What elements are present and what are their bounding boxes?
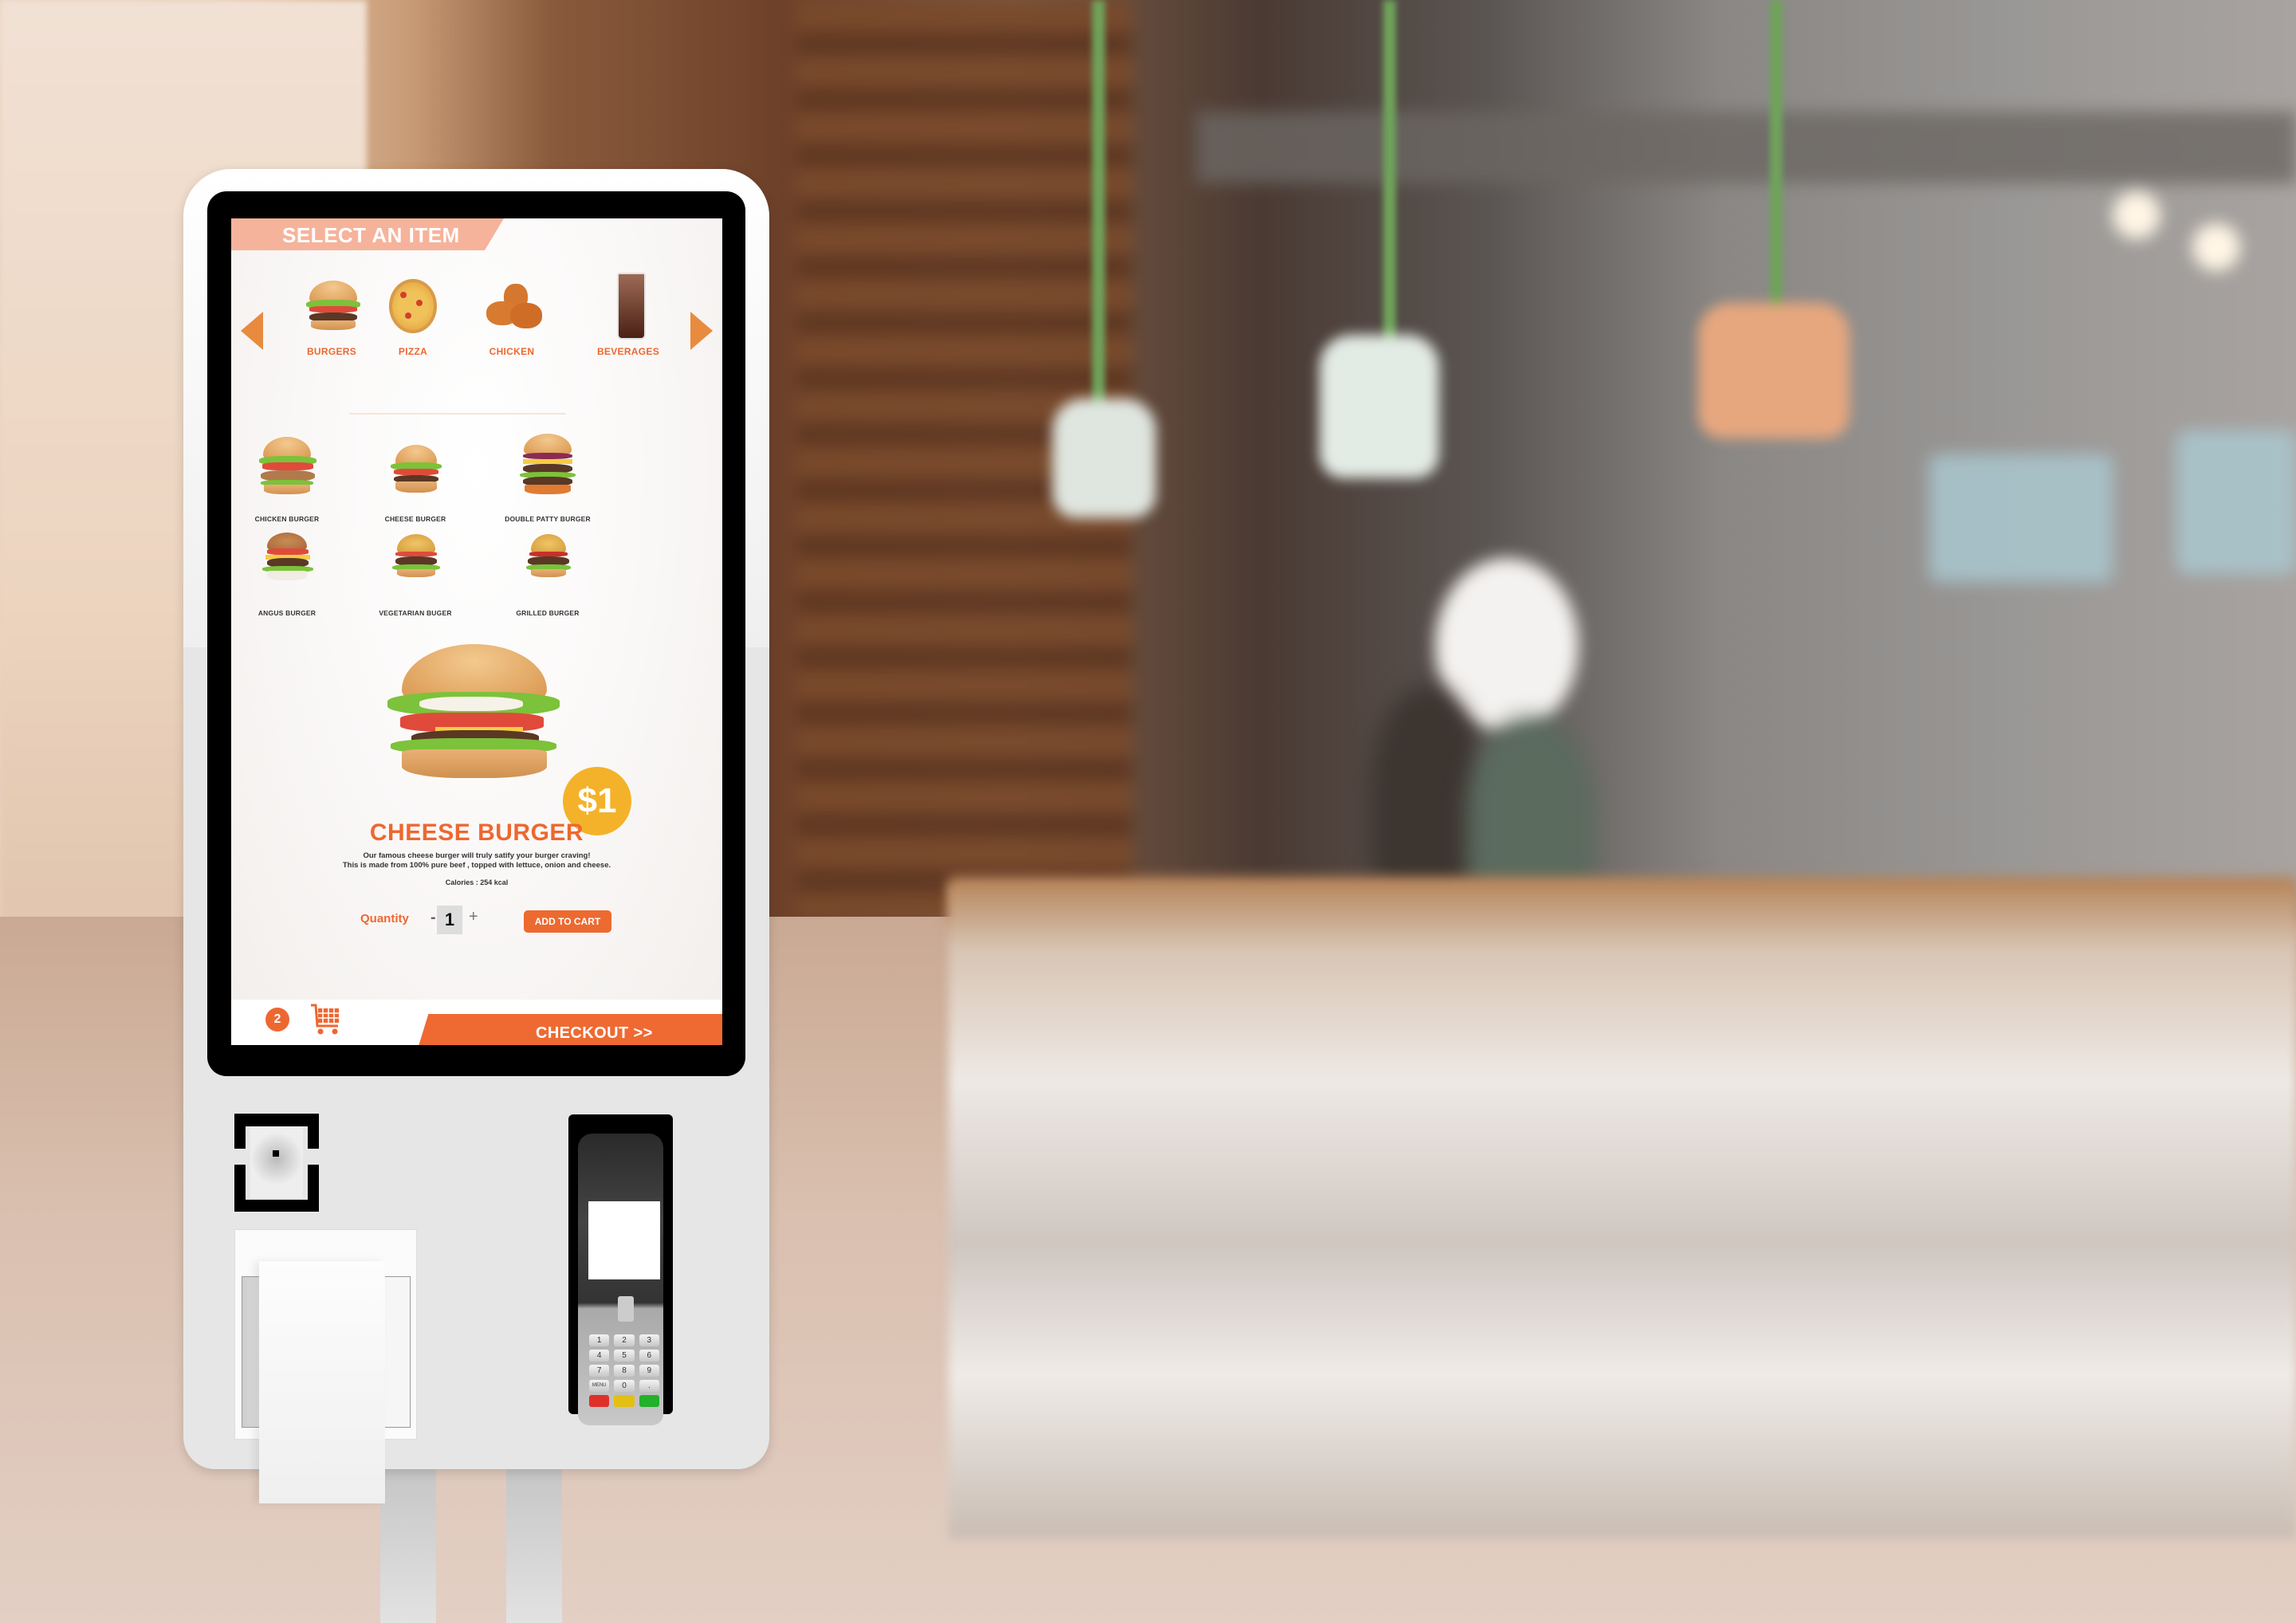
blurred-person (1371, 686, 1483, 893)
cheese-burger-image (356, 434, 475, 507)
quantity-increment-button[interactable]: + (469, 908, 478, 926)
pendant-lamp (1698, 303, 1850, 438)
menu-item-label: ANGUS BURGER (258, 609, 316, 617)
pendant-lamp (1052, 399, 1156, 518)
keypad-key[interactable]: 3 (639, 1334, 659, 1346)
category-label: CHICKEN (489, 346, 535, 357)
clear-key[interactable] (614, 1395, 635, 1407)
quantity-value[interactable]: 1 (437, 906, 462, 934)
background-beam (1196, 112, 2296, 183)
menu-item-cheese-burger[interactable]: CHEESE BURGER (356, 434, 475, 523)
category-label: PIZZA (398, 346, 428, 357)
cart-count-badge: 2 (265, 1008, 289, 1032)
pizza-icon (365, 268, 461, 338)
category-chicken[interactable]: CHICKEN (464, 268, 560, 357)
card-payment-terminal[interactable]: 1 2 3 4 5 6 7 8 9 MENU 0 . (578, 1134, 663, 1425)
kiosk-leg (506, 1469, 562, 1623)
terminal-screen (588, 1201, 660, 1279)
menu-item-chicken-burger[interactable]: CHICKEN BURGER (231, 434, 347, 523)
keypad-key[interactable]: 1 (589, 1334, 610, 1346)
menu-item-grilled-burger[interactable]: GRILLED BURGER (488, 528, 607, 617)
product-name: CHEESE BURGER (369, 819, 584, 846)
beverage-icon (580, 268, 676, 340)
menu-item-double-patty-burger[interactable]: DOUBLE PATTY BURGER (488, 434, 607, 523)
divider (349, 413, 566, 415)
keypad-key[interactable]: 7 (589, 1365, 610, 1377)
angus-burger-image (231, 528, 347, 601)
menu-item-label: DOUBLE PATTY BURGER (505, 515, 591, 523)
category-label: BEVERAGES (596, 346, 660, 357)
terminal-nav-key[interactable] (618, 1296, 634, 1322)
grilled-burger-image (488, 528, 607, 601)
menu-item-angus-burger[interactable]: ANGUS BURGER (231, 528, 347, 617)
enter-key[interactable] (639, 1395, 659, 1407)
keypad-key[interactable]: . (639, 1380, 659, 1392)
lamp-cord (1383, 0, 1396, 351)
checkout-button[interactable]: CHECKOUT >> (416, 1014, 722, 1045)
calories: Calories : 254 kcal (445, 878, 509, 886)
blurred-person (1467, 717, 1594, 901)
keypad-key[interactable]: 9 (639, 1365, 659, 1377)
product-description: This is made from 100% pure beef , toppe… (342, 861, 611, 870)
category-pizza[interactable]: PIZZA (365, 268, 461, 357)
ceiling-light (2113, 191, 2160, 239)
keypad-key[interactable]: 5 (614, 1350, 635, 1362)
cancel-key[interactable] (589, 1395, 610, 1407)
keypad-key[interactable]: 8 (614, 1365, 635, 1377)
lamp-cord (1092, 0, 1105, 415)
quantity-decrement-button[interactable]: - (431, 909, 436, 927)
menu-item-vegetarian-burger[interactable]: VEGETARIAN BUGER (356, 528, 475, 617)
prev-category-arrow-icon[interactable] (241, 312, 263, 350)
quantity-label: Quantity (360, 912, 409, 925)
page-title: SELECT AN ITEM (282, 223, 460, 247)
menu-item-label: VEGETARIAN BUGER (379, 609, 452, 617)
add-to-cart-button[interactable]: ADD TO CART (524, 910, 611, 933)
ceiling-light (2192, 223, 2240, 271)
product-description: Our famous cheese burger will truly sati… (363, 851, 591, 860)
shopping-cart-icon[interactable] (309, 1002, 341, 1037)
kiosk-leg (380, 1469, 436, 1623)
category-beverages[interactable]: BEVERAGES (580, 268, 676, 357)
keypad-key[interactable]: 0 (614, 1380, 635, 1392)
keypad-key[interactable]: 4 (589, 1350, 610, 1362)
menu-item-label: GRILLED BURGER (516, 609, 580, 617)
menu-item-label: CHICKEN BURGER (254, 515, 320, 523)
chicken-burger-image (231, 434, 347, 507)
receipt-paper (259, 1261, 385, 1503)
menu-board-tv (1929, 454, 2113, 582)
keypad-key[interactable]: MENU (589, 1380, 610, 1392)
chicken-icon (464, 268, 560, 338)
barcode-scanner (234, 1114, 319, 1212)
vegetarian-burger-image (356, 528, 475, 601)
double-patty-burger-image (488, 434, 607, 507)
touch-screen[interactable]: SELECT AN ITEM BURGERS PIZZA CHICKEN BEV… (231, 218, 722, 1045)
next-category-arrow-icon[interactable] (690, 312, 713, 350)
terminal-keypad[interactable]: 1 2 3 4 5 6 7 8 9 MENU 0 . (589, 1334, 659, 1407)
counter (949, 885, 2296, 1539)
menu-item-label: CHEESE BURGER (384, 515, 446, 523)
selected-product-image (387, 644, 560, 780)
lamp-cord (1770, 0, 1783, 319)
keypad-key[interactable]: 6 (639, 1350, 659, 1362)
pendant-lamp (1319, 335, 1439, 478)
menu-board-tv (2176, 430, 2296, 574)
keypad-key[interactable]: 2 (614, 1334, 635, 1346)
checkout-label: CHECKOUT >> (536, 1024, 653, 1042)
